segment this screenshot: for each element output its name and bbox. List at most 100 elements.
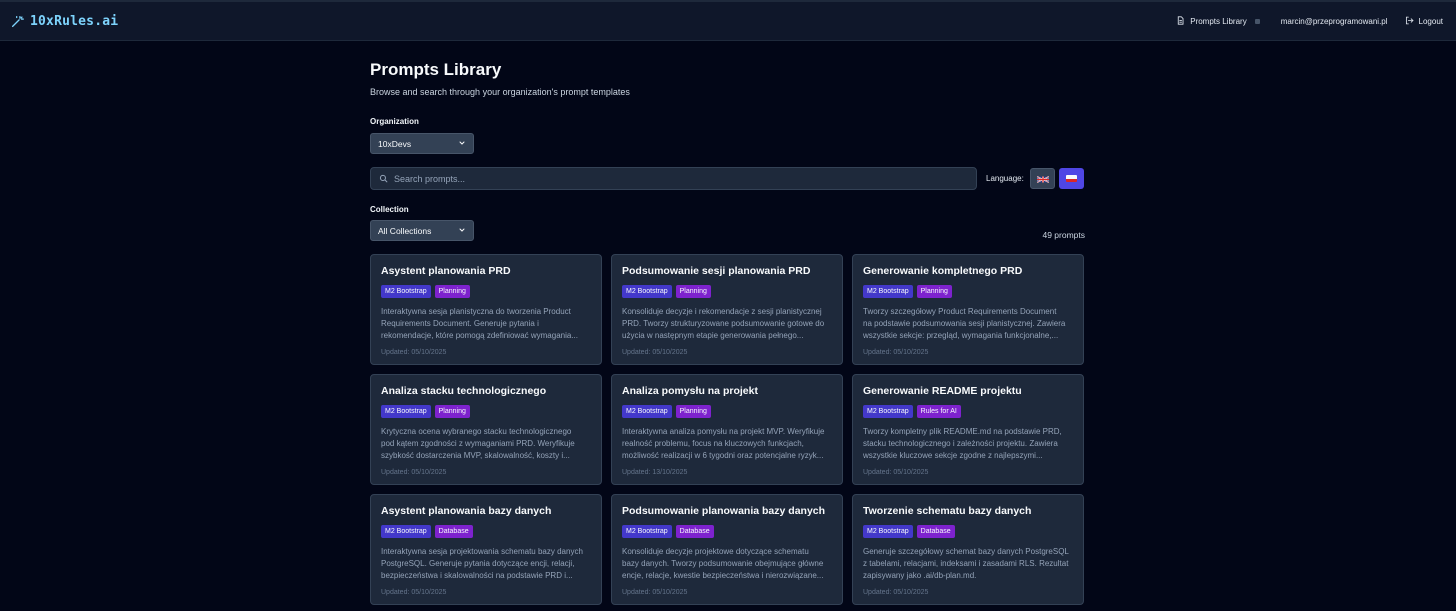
category-badge: Planning <box>916 285 952 298</box>
category-badge: Planning <box>434 405 470 418</box>
collection-badge: M2 Bootstrap <box>863 405 913 418</box>
prompt-card-description-line: bezpieczeństwa i skalowalności na podsta… <box>381 571 573 580</box>
brand-name: 10xRules.ai <box>30 13 119 29</box>
prompt-card-updated: Updated: 05/10/2025 <box>622 349 688 356</box>
prompt-card[interactable]: Podsumowanie sesji planowania PRD M2 Boot… <box>611 254 843 365</box>
prompt-card-tags: M2 Bootstrap Planning <box>863 285 1073 298</box>
organization-select[interactable]: 10xDevs <box>370 133 474 154</box>
top-navbar: 10xRules.ai Prompts Library marcin@przep… <box>0 0 1456 41</box>
collection-badge: M2 Bootstrap <box>863 525 913 538</box>
collection-label: Collection <box>370 205 409 214</box>
prompt-card-description: Konsoliduje decyzje projektowe dotyczące… <box>622 546 832 582</box>
collection-select[interactable]: All Collections <box>370 220 474 241</box>
prompt-card-description-line: Tworzy kompletny plik README.md na podst… <box>863 427 1062 436</box>
prompt-card-updated: Updated: 13/10/2025 <box>622 469 688 476</box>
brand-logo[interactable]: 10xRules.ai <box>11 14 118 29</box>
chevron-down-icon <box>458 226 466 236</box>
language-en-button[interactable] <box>1030 168 1055 189</box>
prompt-card-tags: M2 Bootstrap Planning <box>622 285 832 298</box>
prompt-card-description-line: Generuje szczegółowy schemat bazy danych… <box>863 547 1069 556</box>
prompt-card[interactable]: Generowanie kompletnego PRD M2 Bootstrap P… <box>852 254 1084 365</box>
search-bar[interactable] <box>370 167 977 190</box>
search-input[interactable] <box>394 173 964 184</box>
prompt-card[interactable]: Analiza stacku technologicznego M2 Bootst… <box>370 374 602 485</box>
category-badge: Database <box>916 525 955 538</box>
prompt-card-title: Podsumowanie planowania bazy danych <box>622 505 826 517</box>
collection-badge: M2 Bootstrap <box>381 525 431 538</box>
logout-button[interactable]: Logout <box>1405 16 1443 27</box>
prompt-card-description-line: Interaktywna sesja projektowania schemat… <box>381 547 583 556</box>
prompt-card-description-line: wszystkie kluczowe sekcje zgodne z najle… <box>863 451 1043 460</box>
prompt-card-description-line: Requirements Document. Generuje pytania … <box>381 319 539 328</box>
prompt-card-description-line: stacku technologicznego i zależności pro… <box>863 439 1058 448</box>
language-label: Language: <box>986 174 1024 183</box>
prompt-card-title: Generowanie kompletnego PRD <box>863 265 1023 277</box>
prompt-card[interactable]: Asystent planowania PRD M2 Bootstrap Plann… <box>370 254 602 365</box>
prompt-card-tags: M2 Bootstrap Planning <box>622 405 832 418</box>
prompt-card-updated: Updated: 05/10/2025 <box>381 349 447 356</box>
prompt-card-tags: M2 Bootstrap Database <box>622 525 832 538</box>
main-content: Prompts Library Browse and search throug… <box>370 60 1085 605</box>
prompt-card-description: Interaktywna analiza pomysłu na projekt … <box>622 426 832 462</box>
prompt-card-updated: Updated: 05/10/2025 <box>863 349 929 356</box>
collection-badge: M2 Bootstrap <box>622 525 672 538</box>
prompt-card-description-line: użycia w następnym etapie generowania pe… <box>622 331 804 340</box>
prompt-card[interactable]: Generowanie README projektu M2 Bootstrap R… <box>852 374 1084 485</box>
top-nav-links: Prompts Library marcin@przeprogramowani.… <box>1176 15 1443 27</box>
category-badge: Database <box>675 525 714 538</box>
prompt-card-description-line: na podstawie podsumowania sesji planisty… <box>863 319 1066 328</box>
logout-icon <box>1405 16 1414 27</box>
prompt-card-updated: Updated: 05/10/2025 <box>863 469 929 476</box>
prompt-card-description: Konsoliduje decyzje i rekomendacje z ses… <box>622 306 832 342</box>
organization-label: Organization <box>370 117 419 126</box>
prompt-card-tags: M2 Bootstrap Planning <box>381 285 591 298</box>
prompt-card[interactable]: Asystent planowania bazy danych M2 Bootst… <box>370 494 602 605</box>
nav-prompts-library[interactable]: Prompts Library <box>1176 15 1247 27</box>
poland-flag-icon <box>1066 175 1077 182</box>
chevron-down-icon <box>458 139 466 149</box>
prompt-card-description-line: Interaktywna sesja planistyczna do tworz… <box>381 307 571 316</box>
document-icon <box>1176 15 1185 27</box>
prompt-card[interactable]: Tworzenie schematu bazy danych M2 Bootstr… <box>852 494 1084 605</box>
prompt-card-description: Interaktywna sesja projektowania schemat… <box>381 546 591 582</box>
prompt-card-description-line: bazy danych. Tworzy podsumowanie obejmuj… <box>622 559 824 568</box>
prompt-card-description-line: rekomendacje, które pomogą zdefiniować w… <box>381 331 578 340</box>
prompt-card-description-line: Konsoliduje decyzje projektowe dotyczące… <box>622 547 809 556</box>
page-subtitle: Browse and search through your organizat… <box>370 87 630 97</box>
organization-select-value: 10xDevs <box>378 138 412 149</box>
prompt-card[interactable]: Podsumowanie planowania bazy danych M2 Bo… <box>611 494 843 605</box>
nav-separator <box>1254 18 1260 24</box>
prompt-card-description: Generuje szczegółowy schemat bazy danych… <box>863 546 1073 582</box>
prompt-card-updated: Updated: 05/10/2025 <box>381 589 447 596</box>
prompt-card-title: Tworzenie schematu bazy danych <box>863 505 1032 517</box>
nav-prompts-library-label: Prompts Library <box>1190 16 1247 26</box>
language-pl-button[interactable] <box>1059 168 1084 189</box>
prompt-card-description: Krytyczna ocena wybranego stacku technol… <box>381 426 591 462</box>
prompt-card-description-line: Krytyczna ocena wybranego stacku technol… <box>381 427 572 436</box>
prompt-card-description-line: Interaktywna analiza pomysłu na projekt … <box>622 427 825 436</box>
prompt-card-tags: M2 Bootstrap Database <box>381 525 591 538</box>
collection-badge: M2 Bootstrap <box>381 405 431 418</box>
prompt-card-tags: M2 Bootstrap Planning <box>381 405 591 418</box>
collection-badge: M2 Bootstrap <box>381 285 431 298</box>
prompt-card-tags: M2 Bootstrap Rules for AI <box>863 405 1073 418</box>
prompt-card-title: Podsumowanie sesji planowania PRD <box>622 265 811 277</box>
prompt-card[interactable]: Analiza pomysłu na projekt M2 Bootstrap Pl… <box>611 374 843 485</box>
prompt-card-description-line: realność problemu, focus na kluczowych f… <box>622 439 804 448</box>
prompt-card-tags: M2 Bootstrap Database <box>863 525 1073 538</box>
prompt-card-updated: Updated: 05/10/2025 <box>863 589 929 596</box>
category-badge: Database <box>434 525 473 538</box>
magic-wand-icon <box>11 15 24 28</box>
prompt-card-description: Interaktywna sesja planistyczna do tworz… <box>381 306 591 342</box>
prompt-card-description-line: PostgreSQL. Generuje pytania dotyczące e… <box>381 559 575 568</box>
prompt-card-title: Asystent planowania bazy danych <box>381 505 552 517</box>
category-badge: Planning <box>675 285 711 298</box>
category-badge: Rules for AI <box>916 405 961 418</box>
prompt-card-description-line: możliwość realizacji w 6 tygodni oraz po… <box>622 451 824 460</box>
user-email: marcin@przeprogramowani.pl <box>1280 16 1388 26</box>
prompt-card-title: Analiza pomysłu na projekt <box>622 385 758 397</box>
prompt-card-description-line: Konsoliduje decyzje i rekomendacje z ses… <box>622 307 822 316</box>
logout-label: Logout <box>1418 16 1443 26</box>
collection-select-value: All Collections <box>378 225 432 236</box>
prompt-card-title: Asystent planowania PRD <box>381 265 511 277</box>
